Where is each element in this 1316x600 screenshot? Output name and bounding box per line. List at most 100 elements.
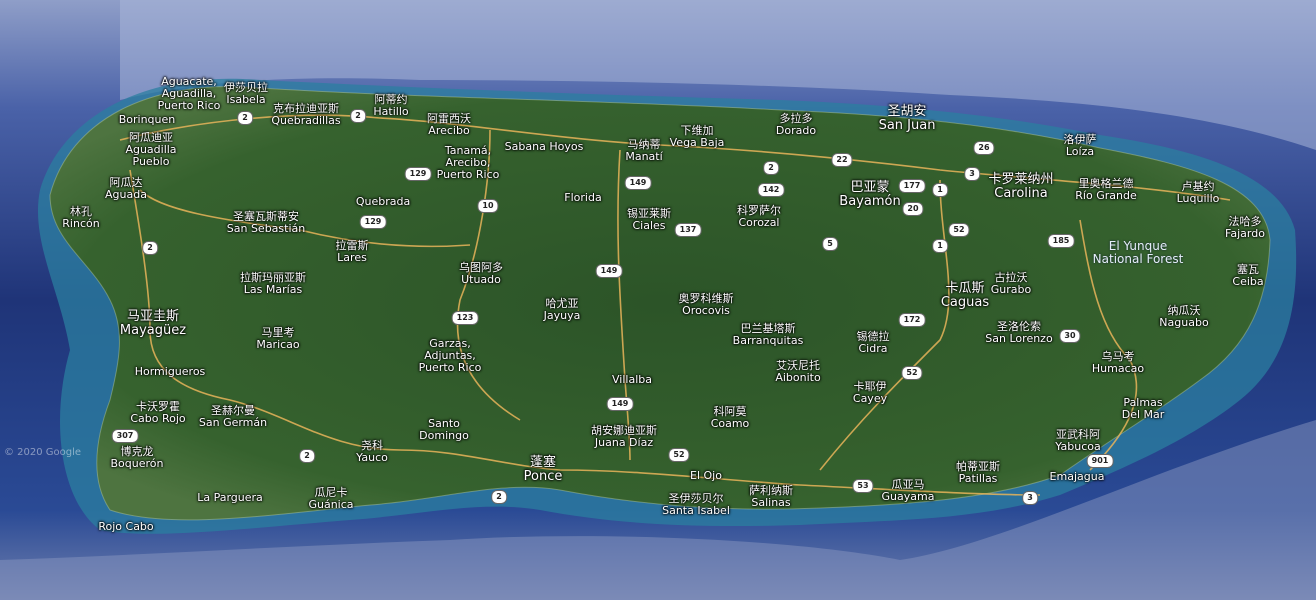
route-shield-icon[interactable]: 52: [901, 366, 923, 380]
route-shield-icon[interactable]: 53: [852, 479, 874, 493]
place-label-laparguera[interactable]: La Parguera: [197, 492, 263, 504]
route-shield-icon[interactable]: 172: [898, 313, 926, 327]
place-label-palmas[interactable]: Palmas Del Mar: [1122, 397, 1165, 421]
route-shield-icon[interactable]: 149: [624, 176, 652, 190]
route-shield-icon[interactable]: 129: [404, 167, 432, 181]
place-label-aguadilla[interactable]: Aguacate, Aguadilla, Puerto Rico: [158, 76, 221, 112]
route-shield-icon[interactable]: 1: [932, 239, 948, 253]
place-label-luquillo[interactable]: 卢基约 Luquillo: [1177, 181, 1220, 205]
place-label-isabela[interactable]: 伊莎贝拉 Isabela: [224, 82, 268, 106]
place-label-arecibo[interactable]: 阿雷西沃 Arecibo: [427, 113, 471, 137]
place-label-ponce[interactable]: 蓬塞 Ponce: [524, 456, 563, 484]
route-shield-icon[interactable]: 129: [359, 215, 387, 229]
place-label-sabana[interactable]: Sabana Hoyos: [505, 141, 584, 153]
place-label-guanica[interactable]: 瓜尼卡 Guánica: [308, 487, 353, 511]
place-label-elojo[interactable]: El Ojo: [690, 470, 722, 482]
place-label-orocovis[interactable]: 奥罗科维斯 Orocovis: [679, 293, 734, 317]
place-label-carolina[interactable]: 卡罗莱纳州 Carolina: [988, 173, 1053, 201]
place-label-emajagua[interactable]: Emajagua: [1050, 471, 1105, 483]
route-shield-icon[interactable]: 22: [831, 153, 853, 167]
route-shield-icon[interactable]: 30: [1059, 329, 1081, 343]
route-shield-icon[interactable]: 137: [674, 223, 702, 237]
place-label-gurabo[interactable]: 古拉沃 Gurabo: [991, 272, 1031, 296]
place-label-rojocabo[interactable]: Rojo Cabo: [98, 521, 153, 533]
place-label-rincon[interactable]: 林孔 Rincón: [62, 206, 99, 230]
place-label-quebrada[interactable]: Quebrada: [356, 196, 410, 208]
place-label-guayama[interactable]: 瓜亚马 Guayama: [882, 479, 935, 503]
place-label-villalba[interactable]: Villalba: [612, 374, 652, 386]
place-label-aibonito[interactable]: 艾沃尼托 Aibonito: [775, 360, 820, 384]
place-label-santaisabel[interactable]: 圣伊莎贝尔 Santa Isabel: [662, 493, 730, 517]
place-label-salinas[interactable]: 萨利纳斯 Salinas: [749, 485, 793, 509]
place-label-boqueron[interactable]: 博克龙 Boquerón: [111, 446, 164, 470]
route-shield-icon[interactable]: 2: [237, 111, 253, 125]
route-shield-icon[interactable]: 2: [491, 490, 507, 504]
route-shield-icon[interactable]: 185: [1047, 234, 1075, 248]
place-label-barranquitas[interactable]: 巴兰基塔斯 Barranquitas: [733, 323, 804, 347]
route-shield-icon[interactable]: 2: [350, 109, 366, 123]
place-label-loiza[interactable]: 洛伊萨 Loíza: [1064, 134, 1097, 158]
route-shield-icon[interactable]: 10: [477, 199, 499, 213]
place-label-yunque[interactable]: El Yunque National Forest: [1093, 240, 1184, 266]
place-label-cayey[interactable]: 卡耶伊 Cayey: [853, 381, 887, 405]
route-shield-icon[interactable]: 2: [142, 241, 158, 255]
route-shield-icon[interactable]: 3: [964, 167, 980, 181]
place-label-patillas[interactable]: 帕蒂亚斯 Patillas: [956, 461, 1000, 485]
place-label-ceiba[interactable]: 塞瓦 Ceiba: [1232, 264, 1263, 288]
place-label-juanadiaz[interactable]: 胡安娜迪亚斯 Juana Díaz: [591, 425, 657, 449]
route-shield-icon[interactable]: 52: [668, 448, 690, 462]
place-label-corozal[interactable]: 科罗萨尔 Corozal: [737, 205, 781, 229]
route-shield-icon[interactable]: 2: [299, 449, 315, 463]
satellite-map[interactable]: Aguacate, Aguadilla, Puerto Rico 伊莎贝拉 Isab…: [0, 0, 1316, 600]
route-shield-icon[interactable]: 3: [1022, 491, 1038, 505]
place-label-garzas[interactable]: Garzas, Adjuntas, Puerto Rico: [419, 338, 482, 374]
route-shield-icon[interactable]: 26: [973, 141, 995, 155]
place-label-humacao[interactable]: 乌马考 Humacao: [1092, 351, 1144, 375]
route-shield-icon[interactable]: 142: [757, 183, 785, 197]
place-label-bayamon[interactable]: 巴亚蒙 Bayamón: [839, 181, 900, 209]
place-label-borinquen[interactable]: Borinquen: [119, 114, 176, 126]
route-shield-icon[interactable]: 52: [948, 223, 970, 237]
place-label-caguas[interactable]: 卡瓜斯 Caguas: [941, 282, 989, 310]
place-label-utuado[interactable]: 乌图阿多 Utuado: [459, 262, 503, 286]
place-label-caborojo[interactable]: 卡沃罗霍 Cabo Rojo: [130, 401, 185, 425]
place-label-ciales[interactable]: 锡亚莱斯 Ciales: [627, 208, 671, 232]
place-label-vegabaja[interactable]: 下维加 Vega Baja: [670, 125, 725, 149]
place-label-yabucoa[interactable]: 亚武科阿 Yabucoa: [1055, 429, 1100, 453]
place-label-riogrande[interactable]: 里奥格兰德 Río Grande: [1075, 178, 1136, 202]
place-label-manati[interactable]: 马纳蒂 Manatí: [625, 139, 662, 163]
place-label-sanjuan[interactable]: 圣胡安 San Juan: [879, 105, 936, 133]
place-label-hatillo[interactable]: 阿蒂约 Hatillo: [373, 94, 408, 118]
route-shield-icon[interactable]: 307: [111, 429, 139, 443]
place-label-cidra[interactable]: 锡德拉 Cidra: [857, 331, 890, 355]
place-label-dorado[interactable]: 多拉多 Dorado: [776, 113, 816, 137]
place-label-quebradillas[interactable]: 克布拉迪亚斯 Quebradillas: [271, 103, 340, 127]
place-label-sangerman[interactable]: 圣赫尔曼 San Germán: [199, 405, 267, 429]
place-label-fajardo[interactable]: 法哈多 Fajardo: [1225, 216, 1265, 240]
place-label-sanlorenzo[interactable]: 圣洛伦索 San Lorenzo: [985, 321, 1052, 345]
place-label-aguada[interactable]: 阿瓜达 Aguada: [105, 177, 147, 201]
place-label-maricao[interactable]: 马里考 Maricao: [256, 327, 299, 351]
route-shield-icon[interactable]: 20: [902, 202, 924, 216]
route-shield-icon[interactable]: 1: [932, 183, 948, 197]
place-label-santodomingo[interactable]: Santo Domingo: [419, 418, 469, 442]
place-label-florida[interactable]: Florida: [564, 192, 601, 204]
place-label-lasmarias[interactable]: 拉斯玛丽亚斯 Las Marías: [240, 272, 306, 296]
place-label-lares[interactable]: 拉雷斯 Lares: [336, 240, 369, 264]
route-shield-icon[interactable]: 149: [606, 397, 634, 411]
place-label-coamo[interactable]: 科阿莫 Coamo: [711, 406, 750, 430]
route-shield-icon[interactable]: 5: [822, 237, 838, 251]
place-label-mayaguez[interactable]: 马亚圭斯 Mayagüez: [120, 310, 186, 338]
place-label-sansebastian[interactable]: 圣塞瓦斯蒂安 San Sebastián: [227, 211, 305, 235]
place-label-tanama[interactable]: Tanamá, Arecibo, Puerto Rico: [437, 145, 500, 181]
route-shield-icon[interactable]: 149: [595, 264, 623, 278]
place-label-aguadilla2[interactable]: 阿瓜迪亚 Aguadilla Pueblo: [125, 132, 176, 168]
route-shield-icon[interactable]: 177: [898, 179, 926, 193]
place-label-hormigueros[interactable]: Hormigueros: [135, 366, 206, 378]
place-label-jayuya[interactable]: 哈尤亚 Jayuya: [544, 298, 581, 322]
route-shield-icon[interactable]: 2: [763, 161, 779, 175]
place-label-yauco[interactable]: 尧科 Yauco: [356, 440, 388, 464]
route-shield-icon[interactable]: 901: [1086, 454, 1114, 468]
place-label-naguabo[interactable]: 纳瓜沃 Naguabo: [1159, 305, 1208, 329]
route-shield-icon[interactable]: 123: [451, 311, 479, 325]
